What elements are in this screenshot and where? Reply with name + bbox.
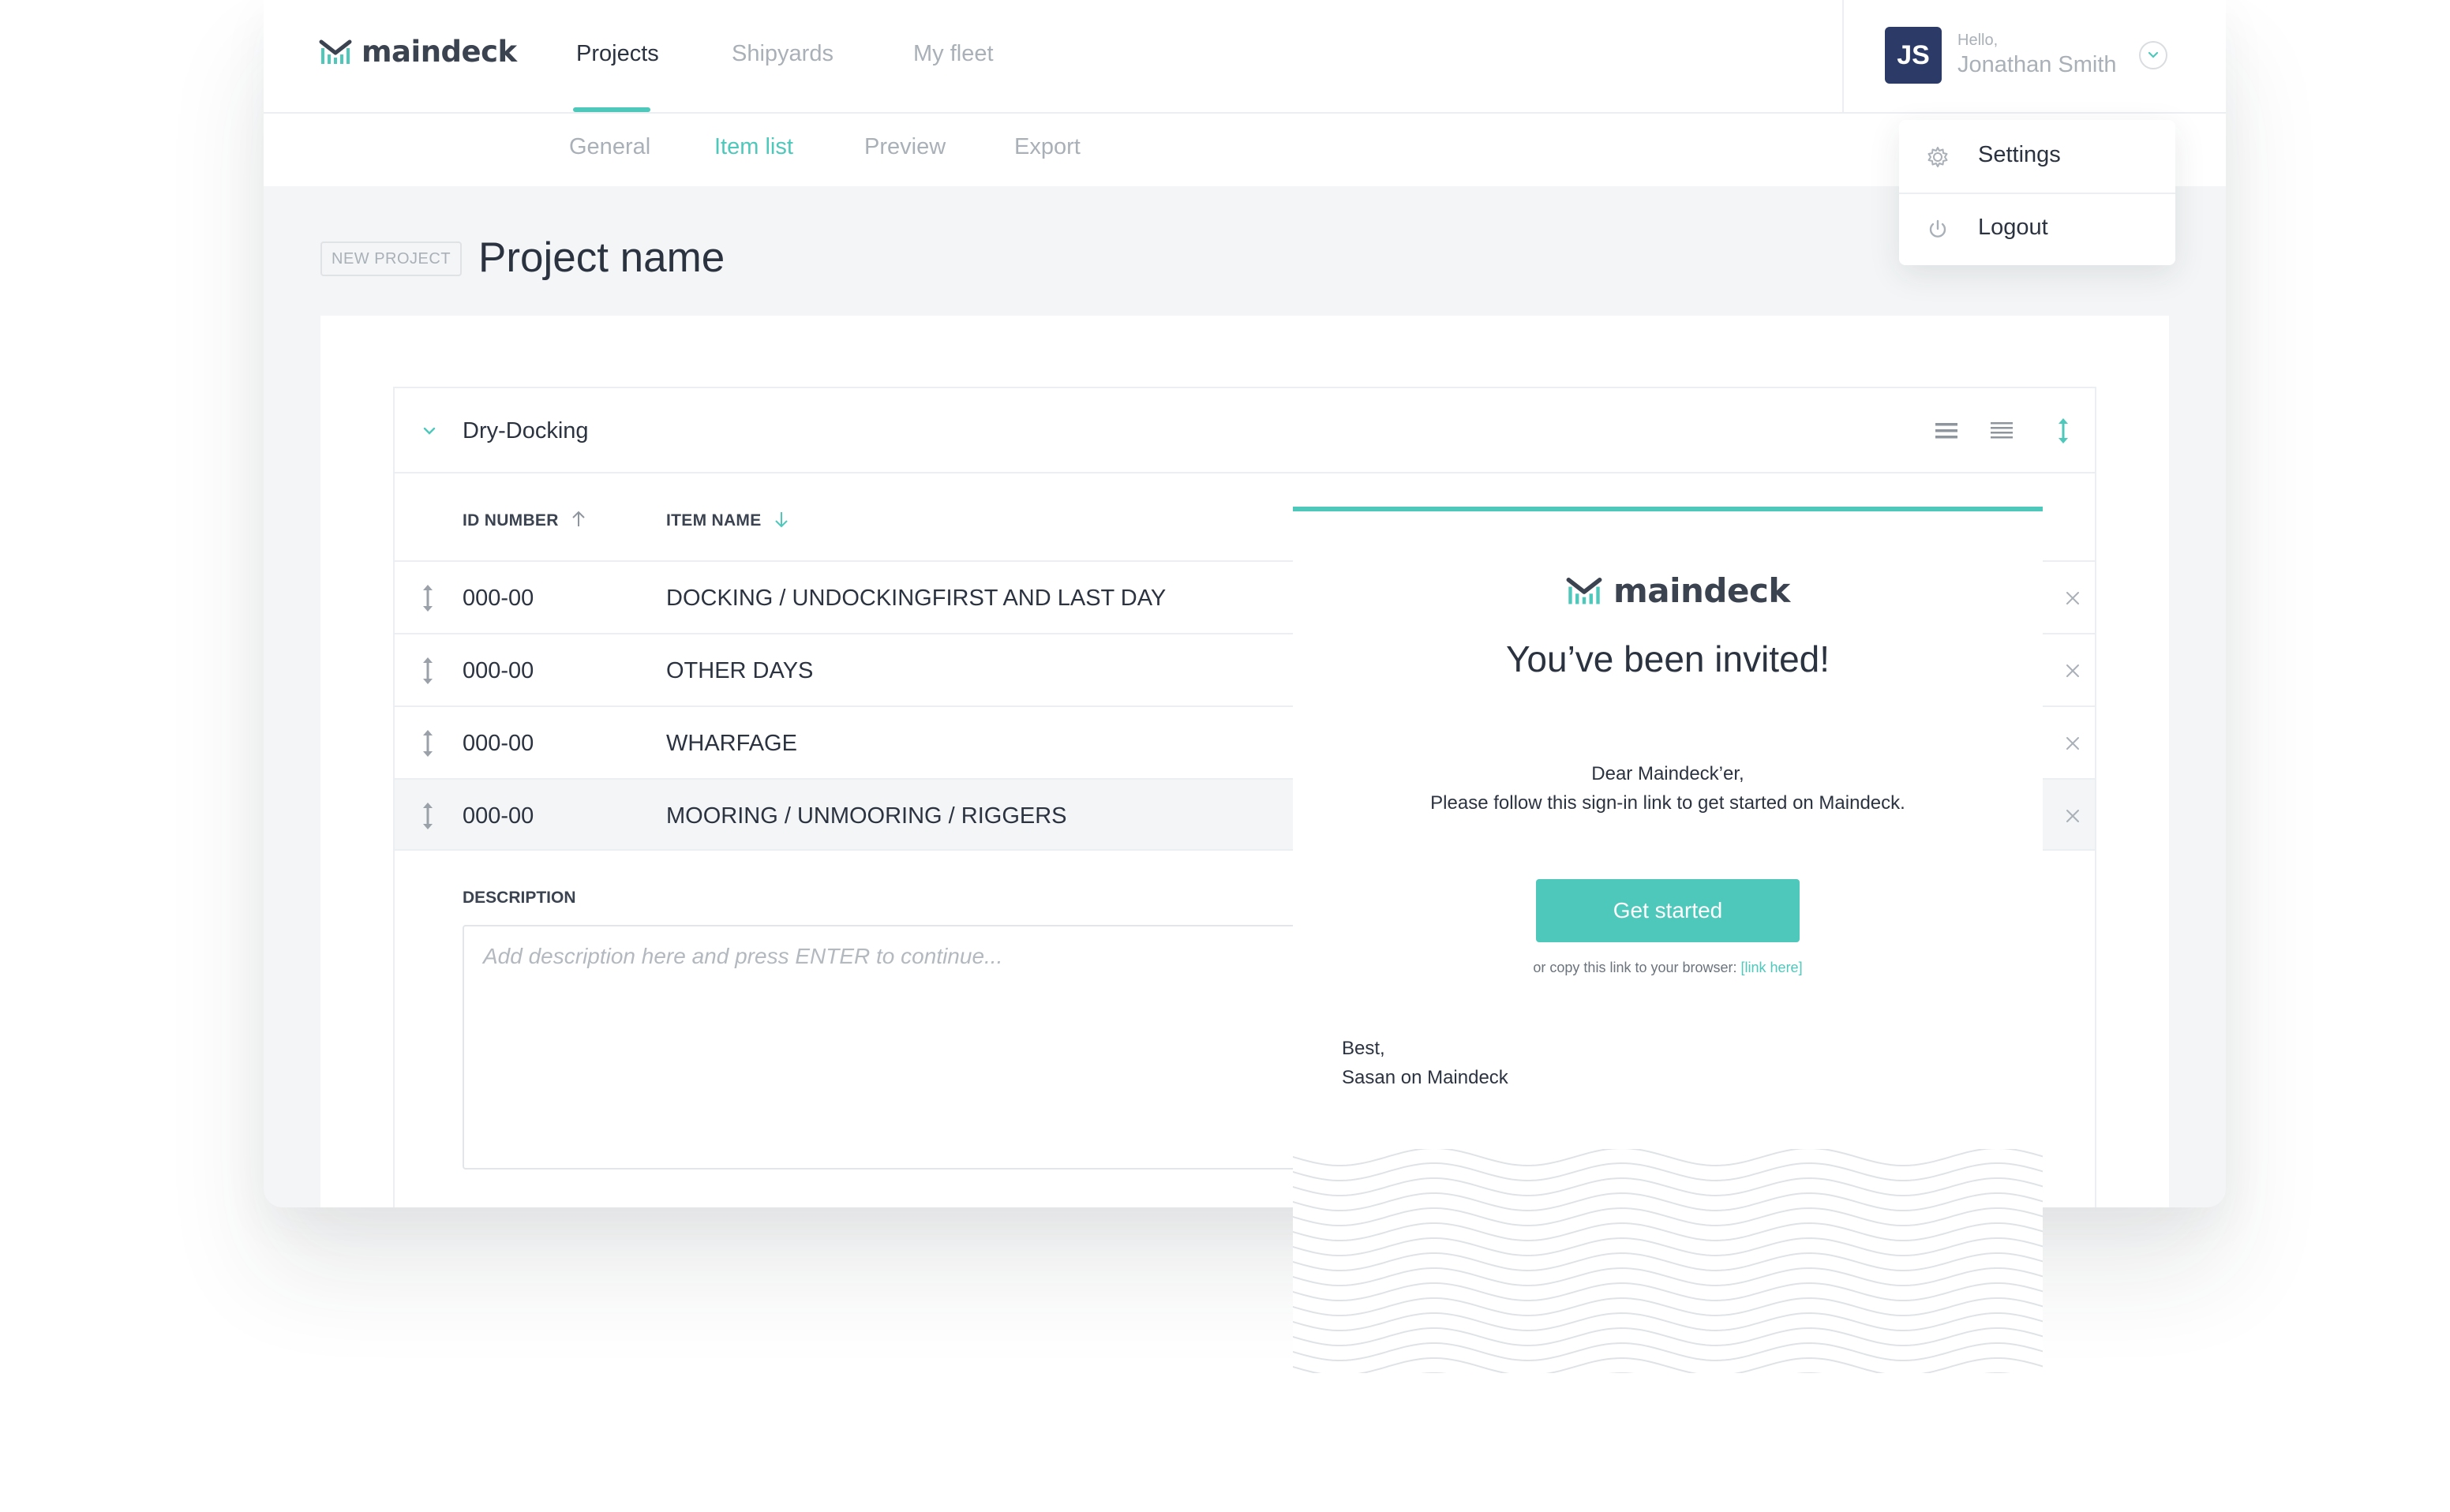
list-compact-icon[interactable] — [1932, 417, 1961, 445]
nav-my-fleet[interactable]: My fleet — [913, 41, 994, 67]
wave-line — [1293, 1357, 2043, 1373]
invite-email-card: maindeck You’ve been invited! Dear Maind… — [1293, 507, 2043, 1373]
tab-preview[interactable]: Preview — [864, 134, 946, 160]
power-icon — [1929, 219, 1946, 238]
wave-pattern — [1293, 1149, 2043, 1373]
row-id: 000-00 — [463, 658, 534, 683]
menu-item-settings[interactable]: Settings — [1899, 120, 2175, 193]
column-header-name[interactable]: ITEM NAME — [666, 510, 790, 530]
nav-active-indicator — [573, 107, 650, 112]
wave-line — [1293, 1149, 2043, 1167]
row-name: MOORING / UNMOORING / RIGGERS — [666, 803, 1067, 829]
wave-line — [1293, 1207, 2043, 1227]
avatar[interactable]: JS — [1885, 27, 1942, 84]
nav-shipyards[interactable]: Shipyards — [732, 41, 834, 67]
row-name: DOCKING / UNDOCKINGFIRST AND LAST DAY — [666, 586, 1167, 611]
wave-line — [1293, 1327, 2043, 1347]
wave-line — [1293, 1312, 2043, 1332]
wave-line — [1293, 1342, 2043, 1362]
chevron-down-icon — [2148, 51, 2159, 58]
column-label: ITEM NAME — [666, 511, 762, 530]
description-label: DESCRIPTION — [463, 889, 576, 907]
close-icon[interactable] — [2063, 661, 2082, 680]
invite-signature: Best, Sasan on Maindeck — [1342, 1034, 1508, 1092]
drag-handle-icon[interactable] — [418, 584, 437, 612]
copy-link-label: or copy this link to your browser: — [1533, 960, 1737, 975]
wave-line — [1293, 1162, 2043, 1182]
column-header-id[interactable]: ID NUMBER — [463, 510, 587, 530]
logo-wordmark: maindeck — [1613, 571, 1790, 610]
user-menu-toggle[interactable] — [2139, 41, 2167, 69]
tab-item-list[interactable]: Item list — [714, 134, 793, 160]
reorder-icon[interactable] — [2049, 417, 2077, 445]
wave-line — [1293, 1192, 2043, 1212]
nav-projects[interactable]: Projects — [576, 41, 659, 67]
row-id: 000-00 — [463, 803, 534, 829]
maindeck-logo-icon — [1566, 577, 1602, 604]
maindeck-logo-icon — [319, 39, 352, 64]
menu-item-label: Settings — [1978, 142, 2061, 167]
page-title[interactable]: Project name — [478, 234, 725, 282]
wave-line — [1293, 1222, 2043, 1242]
drag-handle-icon[interactable] — [418, 802, 437, 830]
invite-greeting: Dear Maindeck’er, — [1591, 763, 1744, 784]
wave-line — [1293, 1237, 2043, 1257]
menu-item-logout[interactable]: Logout — [1899, 193, 2175, 265]
arrow-down-icon — [774, 512, 788, 528]
gear-icon — [1927, 147, 1948, 167]
invite-title: You’ve been invited! — [1505, 638, 1830, 679]
row-id: 000-00 — [463, 731, 534, 756]
list-expanded-icon[interactable] — [1987, 417, 2016, 445]
user-name[interactable]: Jonathan Smith — [1957, 52, 2117, 78]
logo-wordmark: maindeck — [362, 35, 517, 69]
wave-line — [1293, 1177, 2043, 1197]
close-icon[interactable] — [2063, 589, 2082, 608]
copy-link-text: or copy this link to your browser: [link… — [1293, 960, 2043, 976]
invite-signoff: Best, — [1342, 1038, 1385, 1059]
wave-line — [1293, 1267, 2043, 1287]
section-title: Dry-Docking — [463, 418, 589, 443]
top-bar: maindeck Projects Shipyards My fleet JS … — [264, 0, 2226, 114]
status-badge: NEW PROJECT — [320, 241, 463, 276]
invite-body: Dear Maindeck’er, Please follow this sig… — [1293, 759, 2043, 818]
header-divider — [1842, 0, 1844, 114]
close-icon[interactable] — [2063, 734, 2082, 753]
drag-handle-icon[interactable] — [418, 657, 437, 685]
user-dropdown-menu: Settings Logout — [1899, 120, 2175, 265]
invite-signer: Sasan on Maindeck — [1342, 1067, 1508, 1088]
user-greeting: Hello, — [1957, 32, 1999, 49]
column-label: ID NUMBER — [463, 511, 559, 530]
invite-message: Please follow this sign-in link to get s… — [1430, 792, 1905, 814]
section-header[interactable]: Dry-Docking — [395, 388, 2095, 473]
tab-general[interactable]: General — [569, 134, 650, 160]
drag-handle-icon[interactable] — [418, 729, 437, 758]
row-name: WHARFAGE — [666, 731, 797, 756]
invite-accent-bar — [1293, 507, 2043, 511]
tab-export[interactable]: Export — [1014, 134, 1081, 160]
wave-line — [1293, 1252, 2043, 1272]
close-icon[interactable] — [2063, 807, 2082, 825]
wave-line — [1293, 1297, 2043, 1317]
chevron-down-icon[interactable] — [420, 421, 439, 440]
menu-item-label: Logout — [1978, 215, 2048, 240]
copy-link[interactable]: [link here] — [1741, 960, 1803, 975]
row-name: OTHER DAYS — [666, 658, 814, 683]
arrow-up-icon — [572, 511, 585, 526]
get-started-button[interactable]: Get started — [1536, 879, 1800, 942]
wave-line — [1293, 1282, 2043, 1302]
row-id: 000-00 — [463, 586, 534, 611]
logo[interactable]: maindeck — [319, 35, 517, 69]
invite-logo: maindeck — [1566, 571, 1790, 610]
